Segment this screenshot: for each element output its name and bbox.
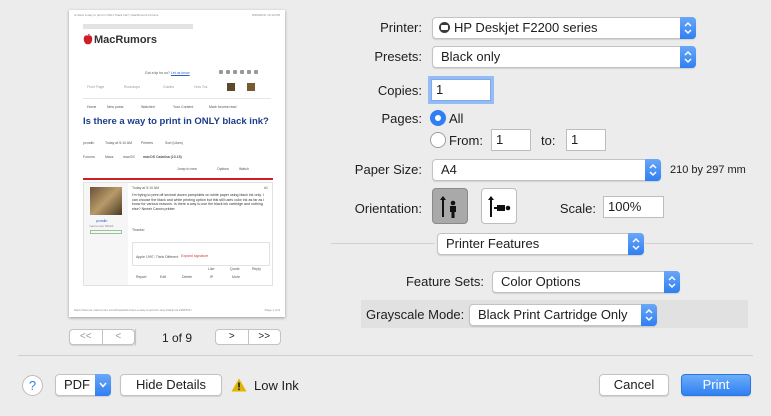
section-popup-value: Printer Features xyxy=(446,236,540,251)
presets-label: Presets: xyxy=(374,49,422,64)
paper-size-value: A4 xyxy=(441,162,457,177)
preview-mod-actions: Report Edit Delete IP More xyxy=(136,275,240,279)
presets-popup[interactable]: Black only xyxy=(432,46,696,68)
footer-separator xyxy=(18,355,753,356)
preview-post-divider xyxy=(83,178,273,180)
pages-from-label: From: xyxy=(449,133,483,148)
last-page-button[interactable]: >> xyxy=(249,330,281,344)
cancel-button[interactable]: Cancel xyxy=(599,374,669,396)
popup-arrows-icon xyxy=(628,233,644,255)
printer-popup[interactable]: HP Deskjet F2200 series xyxy=(432,17,696,39)
grayscale-label: Grayscale Mode: xyxy=(366,307,465,322)
pages-to-field[interactable]: 1 xyxy=(566,129,606,151)
preview-thread-meta: pcmdln Today at 5:10 AM Printers Sort (L… xyxy=(83,141,183,145)
preview-post-body: I'm trying to print off several dozen pa… xyxy=(132,193,265,211)
preview-site-logo: MacRumors xyxy=(94,34,157,46)
popup-arrows-icon xyxy=(645,159,661,181)
paper-dimensions: 210 by 297 mm xyxy=(670,164,746,176)
first-page-button[interactable]: << xyxy=(70,330,103,344)
preview-post-date: Today at 5:10 AM xyxy=(132,186,160,190)
help-button[interactable]: ? xyxy=(22,375,43,396)
preview-header-left: Is there a way to print in ONLY black in… xyxy=(74,13,159,17)
printer-icon xyxy=(439,22,450,33)
grayscale-value: Black Print Cartridge Only xyxy=(478,307,628,322)
pages-to-label: to: xyxy=(541,133,556,148)
paper-size-label: Paper Size: xyxy=(354,162,422,177)
preview-post-user: pcmdln xyxy=(96,219,108,223)
popup-arrows-icon xyxy=(664,271,680,293)
preview-post: pcmdln macrumors 6502A Today at 5:10 AM … xyxy=(83,182,273,286)
preview-footer-url: https://forums.macrumors.com/threads/is-… xyxy=(74,308,192,312)
section-popup[interactable]: Printer Features xyxy=(437,233,644,255)
section-separator-left xyxy=(331,243,435,244)
preview-nav-tabs: Front Page Roundups Guides How Tos xyxy=(87,83,269,93)
low-ink-text: Low Ink xyxy=(254,378,299,393)
copies-field[interactable]: 1 xyxy=(431,79,491,101)
printer-value: HP Deskjet F2200 series xyxy=(454,20,598,35)
pages-from-field[interactable]: 1 xyxy=(491,129,531,151)
print-preview-page: Is there a way to print in ONLY black in… xyxy=(69,10,285,317)
preview-avatar xyxy=(90,187,122,215)
print-button[interactable]: Print xyxy=(681,374,751,396)
preview-signature-box: Apple 1997; Think Different Expand signa… xyxy=(132,242,270,266)
preview-top-nav xyxy=(83,24,193,29)
printer-label: Printer: xyxy=(380,20,422,35)
copies-label: Copies: xyxy=(377,83,422,98)
pdf-label: PDF xyxy=(64,377,90,392)
preview-post-actions: Like Quote Reply xyxy=(208,267,261,271)
warning-icon xyxy=(231,378,247,392)
hide-details-button[interactable]: Hide Details xyxy=(120,374,222,396)
presets-value: Black only xyxy=(441,49,501,64)
next-page-button[interactable]: > xyxy=(216,330,249,344)
preview-post-number: #1 xyxy=(264,186,268,190)
grayscale-popup[interactable]: Black Print Cartridge Only xyxy=(469,304,657,326)
feature-sets-value: Color Options xyxy=(501,274,581,289)
preview-thread-title: Is there a way to print in ONLY black in… xyxy=(83,116,269,127)
scale-field[interactable]: 100% xyxy=(603,196,664,218)
paper-size-popup[interactable]: A4 xyxy=(432,159,661,181)
landscape-icon xyxy=(488,196,511,217)
pages-all-radio[interactable] xyxy=(430,110,446,126)
popup-arrows-icon xyxy=(680,17,696,39)
section-separator-right xyxy=(645,243,753,244)
popup-arrows-icon xyxy=(641,304,657,326)
orientation-label: Orientation: xyxy=(354,201,422,216)
preview-header-right: 8/29/2019, 10:14 PM xyxy=(252,13,280,17)
pages-range-radio[interactable] xyxy=(430,132,446,148)
landscape-button[interactable] xyxy=(481,188,517,224)
next-last-button-group: > >> xyxy=(215,329,281,345)
preview-tip-line: Got a tip for us? Let us know xyxy=(145,71,190,75)
preview-post-role: macrumors 6502A xyxy=(89,224,114,228)
portrait-icon xyxy=(440,196,456,218)
preview-breadcrumb: Forums Macs macOS macOS Catalina (10.15) xyxy=(83,155,182,159)
chevron-down-icon xyxy=(95,374,111,396)
feature-sets-label: Feature Sets: xyxy=(405,274,484,289)
preview-footer-page: Page 1 of 9 xyxy=(264,308,280,312)
pdf-menu-button[interactable]: PDF xyxy=(55,374,111,396)
pages-all-label: All xyxy=(449,111,464,126)
macrumors-logo-icon xyxy=(83,33,93,46)
popup-arrows-icon xyxy=(680,46,696,68)
portrait-button[interactable] xyxy=(432,188,468,224)
pages-label: Pages: xyxy=(381,111,422,126)
preview-user-badge xyxy=(90,230,122,234)
scale-label: Scale: xyxy=(559,201,596,216)
prev-page-button[interactable]: < xyxy=(103,330,135,344)
preview-post-thanks: Thanks! xyxy=(132,228,145,232)
preview-forum-nav: Home New posts Watched Your Content Mark… xyxy=(87,105,237,109)
preview-social-icons xyxy=(219,70,269,75)
page-status: 1 of 9 xyxy=(162,331,193,345)
preview-thread-tools: Jump to new Options Watch xyxy=(177,167,249,171)
first-prev-button-group: << < xyxy=(69,329,135,345)
feature-sets-popup[interactable]: Color Options xyxy=(492,271,680,293)
